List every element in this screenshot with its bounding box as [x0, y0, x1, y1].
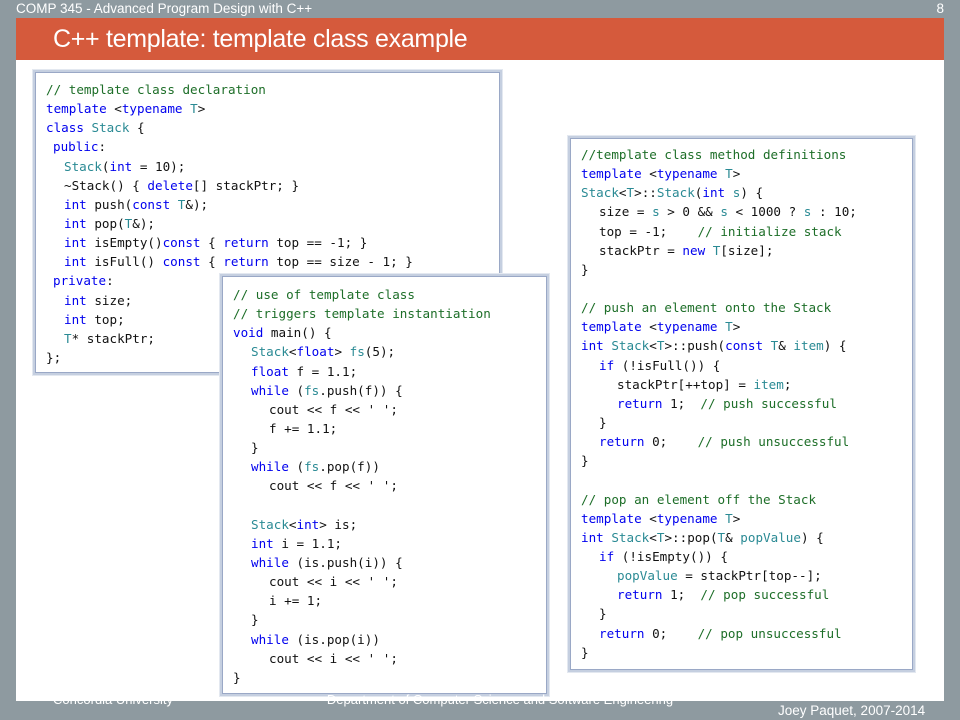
code-line: // triggers template instantiation — [233, 306, 491, 322]
code-line: if (!isFull()) { — [599, 357, 721, 373]
code-line: int push(const T&); — [64, 196, 209, 212]
code-line: return 1; // pop successful — [617, 587, 830, 603]
code-line: template <typename T> — [581, 319, 741, 335]
code-line: top = -1; // initialize stack — [599, 223, 842, 239]
code-line: Stack(int = 10); — [64, 158, 186, 174]
code-line: while (is.pop(i)) — [251, 631, 380, 647]
title-bar: C++ template: template class example — [16, 18, 944, 60]
code-line: } — [581, 453, 589, 469]
code-line: int Stack<T>::push(const T& item) { — [581, 338, 847, 354]
code-line: template <typename T> — [46, 101, 206, 117]
code-line: Stack<int> is; — [251, 516, 358, 532]
code-line: stackPtr = new T[size]; — [599, 242, 774, 258]
code-line: size = s > 0 && s < 1000 ? s : 10; — [599, 204, 857, 220]
code-line: // template class declaration — [46, 82, 266, 97]
code-line: int i = 1.1; — [251, 535, 342, 551]
code-line: // push an element onto the Stack — [581, 300, 832, 316]
code-line: } — [251, 440, 259, 456]
code-line: } — [233, 669, 241, 685]
code-line: if (!isEmpty()) { — [599, 548, 728, 564]
code-line: int isEmpty()const { return top == -1; } — [64, 235, 368, 251]
code-line: f += 1.1; — [269, 420, 338, 436]
code-line: //template class method definitions — [581, 147, 847, 162]
code-line: int isFull() const { return top == size … — [64, 254, 413, 270]
code-box-method-definitions: //template class method definitions temp… — [570, 138, 913, 670]
footer-university: Concordia University — [53, 692, 173, 707]
code-line: } — [599, 606, 607, 622]
code-line: while (is.push(i)) { — [251, 554, 403, 570]
code-line: template <typename T> — [581, 166, 741, 182]
course-title: COMP 345 - Advanced Program Design with … — [16, 1, 313, 16]
code-line: cout << f << ' '; — [269, 478, 398, 494]
code-line: cout << i << ' '; — [269, 650, 398, 666]
code-line: // pop an element off the Stack — [581, 491, 817, 507]
code-box-template-usage: // use of template class // triggers tem… — [222, 276, 547, 694]
code-line: int Stack<T>::pop(T& popValue) { — [581, 529, 824, 545]
code-line: return 1; // push successful — [617, 395, 837, 411]
code-line: return 0; // pop unsuccessful — [599, 625, 842, 641]
code-line: ~Stack() { delete[] stackPtr; } — [64, 177, 300, 193]
footer-department: Department of Computer Science and Softw… — [326, 692, 674, 707]
code-line: float f = 1.1; — [251, 363, 358, 379]
code-line: return 0; // push unsuccessful — [599, 434, 850, 450]
footer-author: Joey Paquet, 2007-2014 — [778, 703, 926, 718]
code-line: Stack<T>::Stack(int s) { — [581, 185, 764, 201]
code-line: } — [581, 261, 589, 277]
slide-title: C++ template: template class example — [53, 25, 468, 53]
code-line: i += 1; — [269, 593, 323, 609]
code-line: int pop(T&); — [64, 215, 156, 231]
code-line: public: — [53, 139, 107, 155]
code-line: stackPtr[++top] = item; — [617, 376, 792, 392]
code-line: cout << i << ' '; — [269, 574, 398, 590]
code-line: cout << f << ' '; — [269, 401, 398, 417]
code-line: popValue = stackPtr[top--]; — [617, 568, 822, 584]
code-line: while (fs.push(f)) { — [251, 382, 403, 398]
code-line: } — [599, 414, 607, 430]
code-line: } — [251, 612, 259, 628]
slide-number: 8 — [936, 1, 944, 16]
code-line: template <typename T> — [581, 510, 741, 526]
code-line: // use of template class — [233, 287, 415, 302]
code-line: Stack<float> fs(5); — [251, 344, 396, 360]
code-line: while (fs.pop(f)) — [251, 459, 380, 475]
code-line: class Stack { — [46, 120, 145, 136]
code-line: void main() { — [233, 325, 332, 341]
code-line: } — [581, 644, 589, 660]
